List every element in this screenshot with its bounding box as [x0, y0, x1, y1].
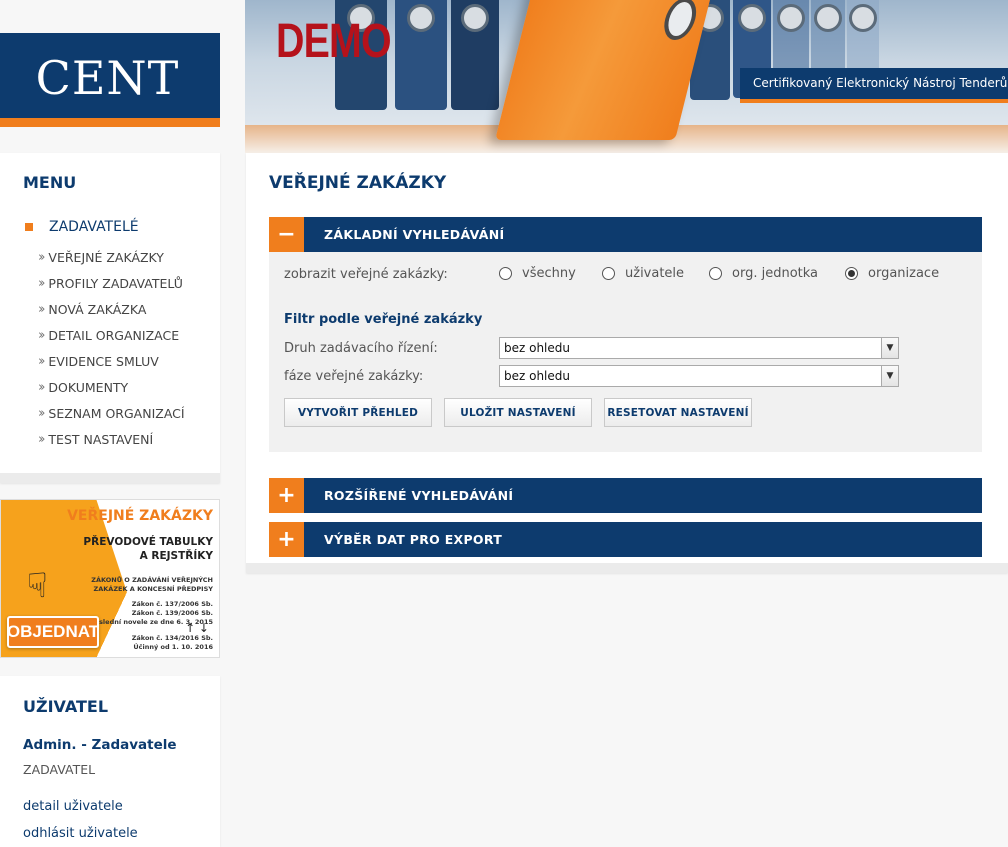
demo-label: DEMO [276, 15, 392, 68]
menu-item-nova-zakazka[interactable]: ›› NOVÁ ZAKÁZKA [38, 296, 185, 322]
radio-organizace[interactable]: organizace [845, 266, 939, 281]
double-chevron-right-icon: ›› [38, 379, 46, 395]
radio-button[interactable] [709, 267, 722, 280]
double-chevron-right-icon: ›› [38, 275, 46, 291]
binder-image [451, 0, 499, 110]
banner-subtitle-line: A REJSTŘÍKY [139, 550, 213, 562]
radio-vsechny[interactable]: všechny [499, 266, 576, 281]
menu-item-dokumenty[interactable]: ›› DOKUMENTY [38, 374, 185, 400]
expand-plus-icon[interactable]: + [269, 478, 304, 513]
banner-law-line: Zákon č. 137/2006 Sb. [131, 600, 213, 608]
user-role: ZADAVATEL [23, 762, 96, 777]
double-chevron-right-icon: ›› [38, 405, 46, 421]
basic-search-form: zobrazit veřejné zakázky: všechny uživat… [269, 252, 982, 452]
section-title: ZÁKLADNÍ VYHLEDÁVÁNÍ [324, 227, 505, 242]
promo-banner[interactable]: VEŘEJNÉ ZAKÁZKY PŘEVODOVÉ TABULKY A REJS… [0, 499, 220, 658]
menu-title: MENU [23, 173, 77, 192]
reset-settings-button[interactable]: RESETOVAT NASTAVENÍ [604, 398, 752, 427]
show-contracts-label: zobrazit veřejné zakázky: [284, 267, 448, 282]
radio-button-checked[interactable] [845, 267, 858, 280]
procedure-type-select[interactable]: bez ohledu ▼ [499, 337, 899, 359]
expand-plus-icon[interactable]: + [269, 522, 304, 557]
menu-item-evidence-smluv[interactable]: ›› EVIDENCE SMLUV [38, 348, 185, 374]
menu-item-label: DOKUMENTY [48, 379, 129, 395]
section-title: ROZŠÍŘENÉ VYHLEDÁVÁNÍ [324, 488, 514, 503]
menu-item-verejne-zakazky[interactable]: ›› VEŘEJNÉ ZAKÁZKY [38, 244, 185, 270]
banner-law-line: Zákon č. 134/2016 Sb. [131, 634, 213, 642]
logo-text: CENT [35, 51, 180, 105]
banner-small-line: ZÁKONŮ O ZADÁVÁNÍ VEŘEJNÝCH [91, 576, 213, 584]
menu-item-profily-zadavatelu[interactable]: ›› PROFILY ZADAVATELŮ [38, 270, 185, 296]
square-bullet-icon [25, 223, 33, 231]
main-panel: VEŘEJNÉ ZAKÁZKY − ZÁKLADNÍ VYHLEDÁVÁNÍ z… [246, 153, 1008, 573]
radio-label: org. jednotka [732, 266, 819, 281]
up-down-arrows-icon: ↑ ↓ [185, 621, 209, 635]
radio-org-jednotka[interactable]: org. jednotka [709, 266, 818, 281]
user-name: Admin. - Zadavatele [23, 737, 177, 753]
double-chevron-right-icon: ›› [38, 431, 46, 447]
page-title: VEŘEJNÉ ZAKÁZKY [269, 173, 447, 193]
menu-item-zadavatele[interactable]: ZADAVATELÉ [25, 218, 139, 236]
menu-item-detail-organizace[interactable]: ›› DETAIL ORGANIZACE [38, 322, 185, 348]
select-value: bez ohledu [504, 369, 570, 383]
chevron-down-icon[interactable]: ▼ [881, 338, 898, 358]
menu-item-label: TEST NASTAVENÍ [48, 431, 154, 447]
banner-title: VEŘEJNÉ ZAKÁZKY [67, 508, 213, 524]
banner-small-text: ZÁKONŮ O ZADÁVÁNÍ VEŘEJNÝCH ZAKÁZEK A KO… [91, 576, 213, 594]
menu-item-label: EVIDENCE SMLUV [48, 353, 159, 369]
menu-item-label: PROFILY ZADAVATELŮ [48, 275, 183, 291]
menu-item-label: SEZNAM ORGANIZACÍ [48, 405, 185, 421]
menu-item-label: VEŘEJNÉ ZAKÁZKY [48, 249, 164, 265]
logout-link[interactable]: odhlásit uživatele [23, 826, 138, 841]
banner-subtitle-line: PŘEVODOVÉ TABULKY [83, 536, 213, 548]
pointing-hand-icon: ☟ [27, 566, 48, 606]
menu-item-label: ZADAVATELÉ [49, 219, 139, 235]
menu-list: ›› VEŘEJNÉ ZAKÁZKY ›› PROFILY ZADAVATELŮ ›… [38, 244, 185, 452]
double-chevron-right-icon: ›› [38, 301, 46, 317]
menu-item-test-nastaveni[interactable]: ›› TEST NASTAVENÍ [38, 426, 185, 452]
contract-phase-select[interactable]: bez ohledu ▼ [499, 365, 899, 387]
banner-small-line: ZAKÁZEK A KONCESNÍ PŘEDPISY [93, 585, 213, 593]
section-advanced-search-header[interactable]: + ROZŠÍŘENÉ VYHLEDÁVÁNÍ [269, 478, 982, 513]
radio-button[interactable] [602, 267, 615, 280]
select-value: bez ohledu [504, 341, 570, 355]
contract-phase-label: fáze veřejné zakázky: [284, 369, 424, 384]
radio-label: uživatele [625, 266, 685, 281]
tagline-box: Certifikovaný Elektronický Nástroj Tende… [740, 68, 1008, 103]
double-chevron-right-icon: ›› [38, 249, 46, 265]
double-chevron-right-icon: ›› [38, 353, 46, 369]
banner-subtitle: PŘEVODOVÉ TABULKY A REJSTŘÍKY [83, 535, 213, 563]
radio-button[interactable] [499, 267, 512, 280]
cent-logo[interactable]: CENT [0, 33, 220, 127]
collapse-minus-icon[interactable]: − [269, 217, 304, 252]
tagline: Certifikovaný Elektronický Nástroj Tende… [753, 76, 1008, 90]
section-basic-search-header[interactable]: − ZÁKLADNÍ VYHLEDÁVÁNÍ [269, 217, 982, 252]
double-chevron-right-icon: ›› [38, 327, 46, 343]
user-panel-title: UŽIVATEL [23, 697, 109, 716]
menu-item-label: NOVÁ ZAKÁZKA [48, 301, 147, 317]
banner-laws-new: Zákon č. 134/2016 Sb. Účinný od 1. 10. 2… [132, 634, 213, 652]
create-overview-button[interactable]: VYTVOŘIT PŘEHLED [284, 398, 432, 427]
order-button[interactable]: OBJEDNAT [7, 616, 99, 648]
section-title: VÝBĚR DAT PRO EXPORT [324, 532, 503, 547]
section-data-export-header[interactable]: + VÝBĚR DAT PRO EXPORT [269, 522, 982, 557]
procedure-type-label: Druh zadávacího řízení: [284, 341, 438, 356]
save-settings-button[interactable]: ULOŽIT NASTAVENÍ [444, 398, 592, 427]
menu-item-label: DETAIL ORGANIZACE [48, 327, 180, 343]
radio-label: všechny [522, 266, 576, 281]
chevron-down-icon[interactable]: ▼ [881, 366, 898, 386]
menu-panel: MENU ZADAVATELÉ ›› VEŘEJNÉ ZAKÁZKY ›› PROF… [0, 153, 220, 483]
user-panel: UŽIVATEL Admin. - Zadavatele ZADAVATEL d… [0, 676, 220, 847]
banner-law-note: Účinný od 1. 10. 2016 [133, 643, 213, 651]
filter-heading: Filtr podle veřejné zakázky [284, 312, 483, 327]
radio-uzivatele[interactable]: uživatele [602, 266, 684, 281]
binder-image [395, 0, 447, 110]
menu-item-seznam-organizaci[interactable]: ›› SEZNAM ORGANIZACÍ [38, 400, 185, 426]
header: DEMO CENT Certifikovaný Elektronický Nás… [0, 0, 1008, 153]
orange-binder-image [495, 0, 715, 140]
user-detail-link[interactable]: detail uživatele [23, 799, 123, 814]
radio-label: organizace [868, 266, 940, 281]
